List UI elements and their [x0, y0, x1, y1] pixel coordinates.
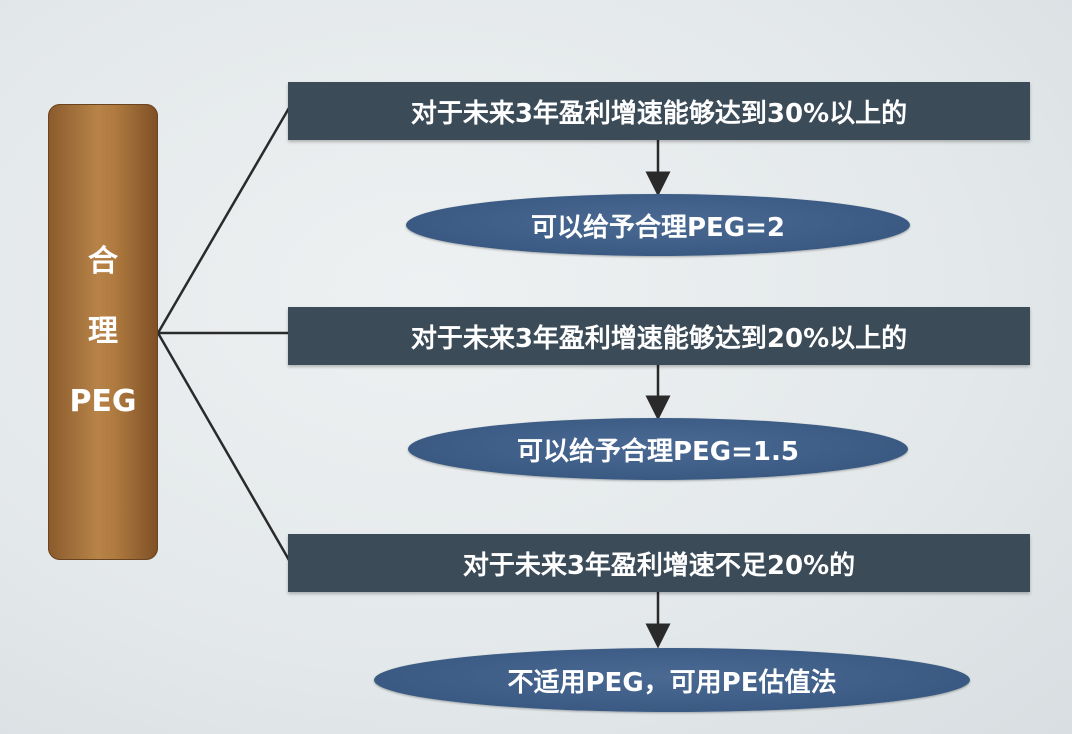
condition-box-20pct: 对于未来3年盈利增速能够达到20%以上的	[288, 307, 1030, 365]
root-char-1: 合	[88, 244, 118, 279]
connector-line-1	[156, 107, 291, 334]
condition-box-30pct: 对于未来3年盈利增速能够达到30%以上的	[288, 82, 1030, 140]
result-oval-peg-2: 可以给予合理PEG=2	[406, 194, 910, 256]
root-node-reasonable-peg: 合 理 PEG	[48, 104, 158, 560]
root-char-2: 理	[88, 314, 118, 349]
result-oval-pe-method: 不适用PEG，可用PE估值法	[374, 648, 970, 712]
result-oval-peg-1-5: 可以给予合理PEG=1.5	[408, 418, 908, 480]
root-char-3: PEG	[69, 384, 137, 419]
connector-line-3	[156, 332, 291, 561]
condition-box-below-20pct: 对于未来3年盈利增速不足20%的	[288, 534, 1030, 592]
